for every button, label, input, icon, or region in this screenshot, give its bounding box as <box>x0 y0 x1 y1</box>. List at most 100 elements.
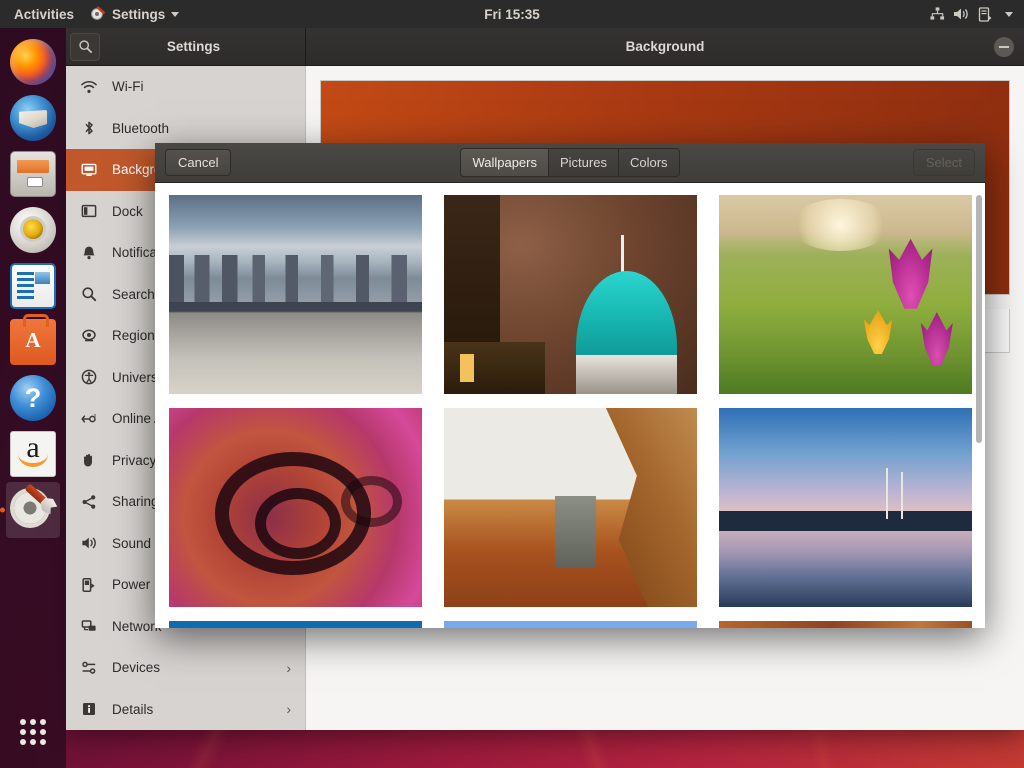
chooser-header: Cancel Wallpapers Pictures Colors Select <box>155 143 985 183</box>
background-icon <box>80 161 98 179</box>
app-menu-button[interactable]: Settings <box>82 0 187 28</box>
wallpaper-thumbnail-green-dome-building[interactable] <box>444 195 697 394</box>
dock-item-amazon[interactable] <box>2 426 64 482</box>
help-icon: ? <box>10 375 56 421</box>
sidebar-item-label: Sharing <box>112 494 159 510</box>
sidebar-item-devices[interactable]: Devices › <box>66 647 305 689</box>
wallpaper-thumbnail-light-blue-sky[interactable] <box>444 621 697 628</box>
wallpaper-thumbnail-purple-crocus-flowers[interactable] <box>719 195 972 394</box>
network-icon[interactable] <box>926 5 948 23</box>
window-header: Settings Background <box>66 28 1024 66</box>
wallpaper-thumbnail-solid-blue[interactable] <box>169 621 422 628</box>
chevron-right-icon: › <box>286 701 291 718</box>
dock-item-rhythmbox[interactable] <box>2 202 64 258</box>
bluetooth-icon <box>80 119 98 137</box>
status-indicators[interactable] <box>926 5 1020 23</box>
wallpaper-chooser-dialog: Cancel Wallpapers Pictures Colors Select ✓ <box>155 143 985 628</box>
chevron-down-icon <box>171 11 180 17</box>
show-applications-button[interactable] <box>2 706 64 758</box>
tab-label: Wallpapers <box>472 155 537 170</box>
sidebar-item-label: Details <box>112 701 154 717</box>
tab-colors[interactable]: Colors <box>618 149 679 176</box>
tab-pictures[interactable]: Pictures <box>549 149 619 176</box>
volume-icon[interactable] <box>950 5 972 23</box>
search-icon <box>78 40 92 53</box>
dock-item-thunderbird[interactable] <box>2 90 64 146</box>
battery-icon[interactable] <box>974 5 996 23</box>
sidebar-title: Settings <box>166 39 221 54</box>
select-button[interactable]: Select <box>912 149 975 176</box>
page-header: Background <box>306 28 1024 65</box>
speaker-icon <box>80 534 98 552</box>
select-label: Select <box>925 155 962 170</box>
minimize-button[interactable] <box>994 36 1014 57</box>
firefox-icon <box>10 39 56 85</box>
dock: ? <box>0 28 66 768</box>
network-icon <box>80 617 98 635</box>
settings-gear-wrench-icon <box>90 6 106 22</box>
files-icon <box>10 151 56 197</box>
rhythmbox-icon <box>10 207 56 253</box>
online-accounts-icon: s <box>80 410 98 428</box>
sidebar-item-label: Search <box>112 286 155 302</box>
share-icon <box>80 493 98 511</box>
chooser-scrollbar[interactable] <box>976 195 982 622</box>
battery-icon <box>80 576 98 594</box>
ubuntu-software-icon <box>10 314 56 365</box>
wallpaper-grid: ✓ <box>169 195 972 628</box>
settings-icon <box>10 483 56 533</box>
info-icon <box>80 700 98 718</box>
activities-label: Activities <box>14 6 75 22</box>
sidebar-item-label: Power <box>112 577 151 593</box>
dock-item-help[interactable]: ? <box>2 370 64 426</box>
bell-icon <box>80 244 98 262</box>
dock-item-ubuntu-software[interactable] <box>2 314 64 370</box>
sidebar-item-label: Dock <box>112 203 143 219</box>
chooser-body: ✓ <box>155 183 985 628</box>
wallpaper-thumbnail-sea-fort[interactable]: ✓ <box>169 195 422 394</box>
dock-item-settings[interactable] <box>6 482 60 538</box>
chevron-right-icon: › <box>286 659 291 676</box>
devices-icon <box>80 659 98 677</box>
page-title: Background <box>625 39 705 54</box>
wifi-icon <box>80 78 98 96</box>
sidebar-item-label: Devices <box>112 660 161 676</box>
chooser-tabs: Wallpapers Pictures Colors <box>460 148 680 177</box>
tab-label: Colors <box>629 155 668 170</box>
thunderbird-icon <box>10 95 56 141</box>
search-button[interactable] <box>70 32 100 61</box>
cancel-button[interactable]: Cancel <box>165 149 232 176</box>
wallpaper-thumbnail-harbor-sunset-boats[interactable] <box>719 408 972 607</box>
wallpaper-thumbnail-rust-texture[interactable] <box>719 621 972 628</box>
selected-check-icon: ✓ <box>398 370 416 388</box>
sidebar-item-label: Sound <box>112 535 152 551</box>
cancel-label: Cancel <box>178 155 219 170</box>
minimize-icon <box>999 45 1009 48</box>
sidebar-item-wi-fi[interactable]: Wi-Fi <box>66 66 305 108</box>
dock-item-firefox[interactable] <box>2 34 64 90</box>
dock-item-files[interactable] <box>2 146 64 202</box>
sidebar-header: Settings <box>66 28 306 65</box>
sidebar-item-details[interactable]: Details › <box>66 689 305 731</box>
amazon-icon <box>10 431 56 477</box>
wallpaper-thumbnail-red-rock-canyon[interactable] <box>444 408 697 607</box>
globe-icon <box>80 327 98 345</box>
libreoffice-impress-icon <box>10 263 56 309</box>
clock[interactable]: Fri 15:35 <box>452 7 572 22</box>
hand-icon <box>80 451 98 469</box>
dock-icon <box>80 202 98 220</box>
dock-item-libreoffice-impress[interactable] <box>2 258 64 314</box>
sidebar-item-label: Privacy <box>112 452 157 468</box>
sidebar-item-label: Bluetooth <box>112 120 170 136</box>
sidebar-item-label: Wi-Fi <box>112 79 144 95</box>
tab-wallpapers[interactable]: Wallpapers <box>461 149 549 176</box>
grid-icon <box>20 719 46 745</box>
activities-button[interactable]: Activities <box>6 0 82 28</box>
wallpaper-thumbnail-abstract-pink-swirl[interactable] <box>169 408 422 607</box>
app-menu-label: Settings <box>112 6 166 22</box>
chevron-down-icon[interactable] <box>998 5 1020 23</box>
tab-label: Pictures <box>560 155 607 170</box>
svg-text:s: s <box>94 413 97 419</box>
accessibility-icon <box>80 368 98 386</box>
search-icon <box>80 285 98 303</box>
